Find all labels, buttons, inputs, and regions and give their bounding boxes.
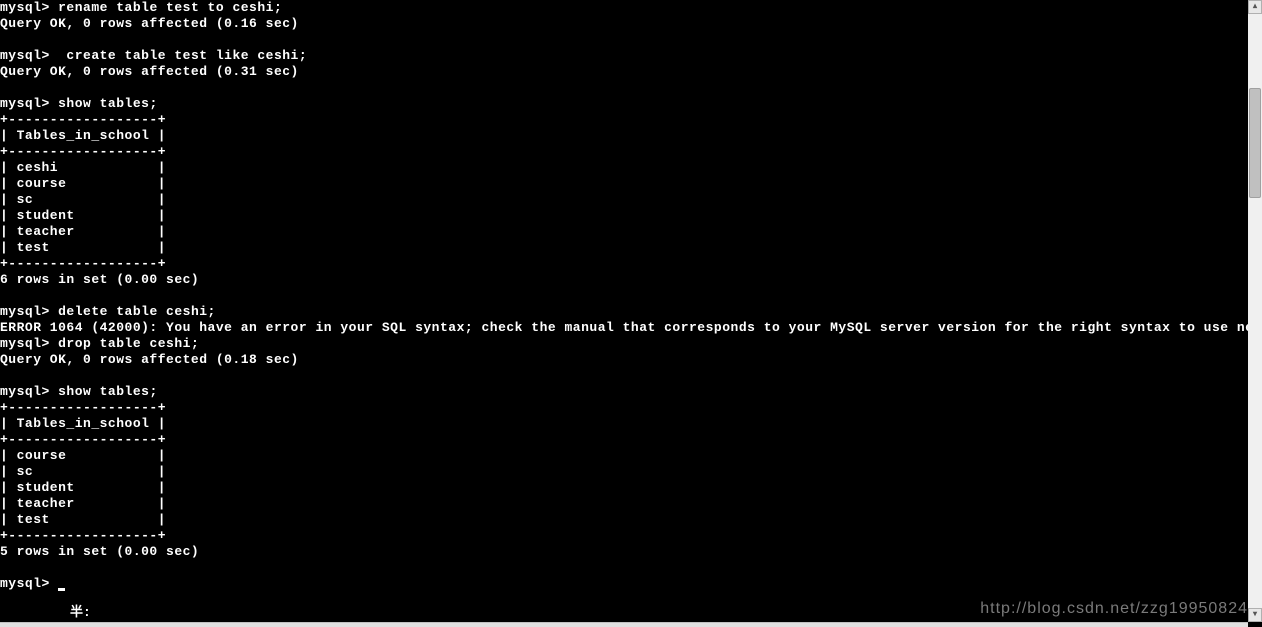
error-message: ERROR 1064 (42000): You have an error in… bbox=[0, 320, 1262, 335]
table-border: +------------------+ bbox=[0, 144, 166, 159]
scroll-down-button[interactable]: ▾ bbox=[1248, 608, 1262, 622]
prompt: mysql> bbox=[0, 304, 50, 319]
vertical-scrollbar[interactable]: ▴ ▾ bbox=[1248, 0, 1262, 622]
cursor bbox=[58, 588, 65, 591]
command-show2: show tables; bbox=[58, 384, 158, 399]
result-footer: 6 rows in set (0.00 sec) bbox=[0, 272, 199, 287]
table-header: | Tables_in_school | bbox=[0, 128, 166, 143]
scrollbar-track[interactable] bbox=[1248, 14, 1262, 608]
scroll-up-button[interactable]: ▴ bbox=[1248, 0, 1262, 14]
table-row: | course | bbox=[0, 176, 166, 191]
table-row: | test | bbox=[0, 240, 166, 255]
table-border: +------------------+ bbox=[0, 256, 166, 271]
table-row: | student | bbox=[0, 208, 166, 223]
command-rename: rename table test to ceshi; bbox=[58, 0, 282, 15]
table-row: | student | bbox=[0, 480, 166, 495]
command-show1: show tables; bbox=[58, 96, 158, 111]
table-header: | Tables_in_school | bbox=[0, 416, 166, 431]
result-rename: Query OK, 0 rows affected (0.16 sec) bbox=[0, 16, 299, 31]
table-row: | sc | bbox=[0, 464, 166, 479]
result-create: Query OK, 0 rows affected (0.31 sec) bbox=[0, 64, 299, 79]
table-border: +------------------+ bbox=[0, 400, 166, 415]
horizontal-scrollbar[interactable] bbox=[0, 622, 1248, 627]
table-row: | course | bbox=[0, 448, 166, 463]
prompt: mysql> bbox=[0, 0, 50, 15]
prompt: mysql> bbox=[0, 336, 50, 351]
table-border: +------------------+ bbox=[0, 112, 166, 127]
watermark-text: http://blog.csdn.net/zzg19950824 bbox=[980, 601, 1248, 617]
result-footer: 5 rows in set (0.00 sec) bbox=[0, 544, 199, 559]
command-delete: delete table ceshi; bbox=[58, 304, 216, 319]
table-border: +------------------+ bbox=[0, 432, 166, 447]
prompt: mysql> bbox=[0, 576, 50, 591]
prompt: mysql> bbox=[0, 96, 50, 111]
table-row: | sc | bbox=[0, 192, 166, 207]
scrollbar-thumb[interactable] bbox=[1249, 88, 1261, 198]
prompt: mysql> bbox=[0, 384, 50, 399]
table-border: +------------------+ bbox=[0, 528, 166, 543]
terminal-output[interactable]: mysql> rename table test to ceshi; Query… bbox=[0, 0, 1248, 622]
prompt: mysql> bbox=[0, 48, 50, 63]
command-drop: drop table ceshi; bbox=[58, 336, 199, 351]
ime-indicator: 半: bbox=[70, 605, 91, 621]
result-drop: Query OK, 0 rows affected (0.18 sec) bbox=[0, 352, 299, 367]
table-row: | test | bbox=[0, 512, 166, 527]
table-row: | teacher | bbox=[0, 224, 166, 239]
command-create: create table test like ceshi; bbox=[58, 48, 307, 63]
table-row: | ceshi | bbox=[0, 160, 166, 175]
table-row: | teacher | bbox=[0, 496, 166, 511]
